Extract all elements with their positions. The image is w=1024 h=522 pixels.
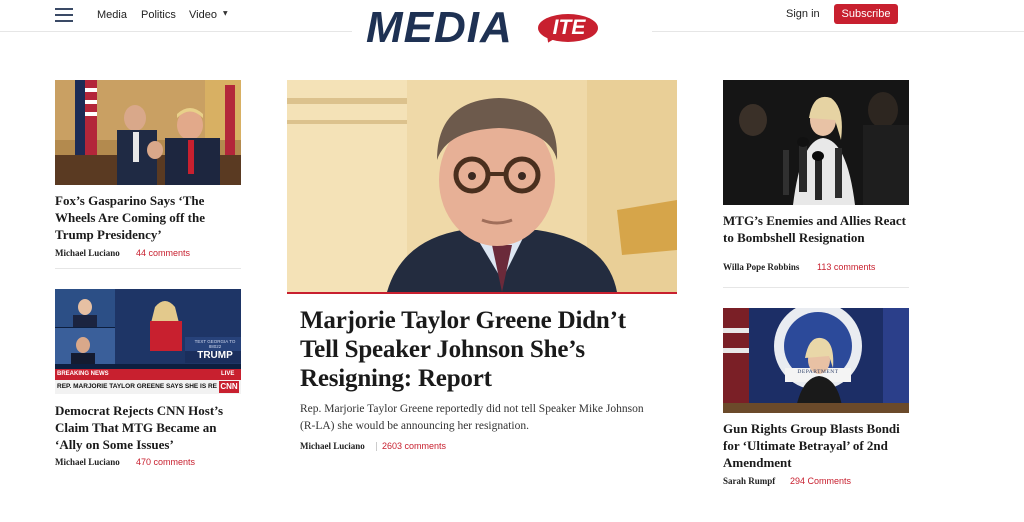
feature-accent-rule	[287, 292, 677, 294]
cnn-logo: CNN	[219, 381, 239, 393]
tv-screen-word: TRUMP	[197, 350, 233, 361]
divider	[55, 268, 241, 269]
chevron-down-icon[interactable]: ▼	[223, 10, 228, 17]
seal-text: DEPARTMENT	[797, 369, 839, 375]
article-image-cnn[interactable]: TEXT GEORGIA TO 88022 TRUMP BREAKING NEW…	[55, 289, 241, 394]
divider	[723, 287, 909, 288]
article-author[interactable]: Sarah Rumpf	[723, 476, 775, 486]
article-headline[interactable]: Democrat Rejects CNN Host’s Claim That M…	[55, 402, 241, 453]
comment-count[interactable]: 470 comments	[136, 457, 195, 467]
article-author[interactable]: Michael Luciano	[55, 248, 120, 258]
article-image-mtg-presser[interactable]	[723, 80, 909, 205]
feature-dek: Rep. Marjorie Taylor Greene reportedly d…	[300, 403, 644, 432]
feature-image-speaker-johnson[interactable]	[287, 80, 677, 292]
logo-bubble-text: ITE	[552, 16, 586, 39]
comment-count[interactable]: 44 comments	[136, 248, 190, 258]
article-image-gasparino[interactable]	[55, 80, 241, 185]
live-label: LIVE	[221, 371, 235, 377]
comment-count[interactable]: 294 Comments	[790, 476, 851, 486]
nav-media[interactable]: Media	[97, 9, 127, 21]
article-author[interactable]: Willa Pope Robbins	[723, 262, 799, 272]
nav-politics[interactable]: Politics	[141, 9, 176, 21]
article-author[interactable]: Michael Luciano	[55, 457, 120, 467]
comment-count[interactable]: 113 comments	[817, 262, 875, 272]
article-headline[interactable]: MTG’s Enemies and Allies React to Bombsh…	[723, 212, 909, 246]
article-headline[interactable]: Gun Rights Group Blasts Bondi for ‘Ultim…	[723, 420, 909, 471]
logo-wordmark: MEDIA	[366, 3, 513, 52]
tv-screen-label: TEXT GEORGIA TO 88022	[194, 339, 236, 349]
site-logo[interactable]: MEDIA ITE	[352, 0, 652, 54]
menu-icon[interactable]	[55, 8, 73, 22]
chyron-text: REP. MARJORIE TAYLOR GREENE SAYS SHE IS …	[57, 383, 217, 390]
feature-headline[interactable]: Marjorie Taylor Greene Didn’t Tell Speak…	[300, 306, 670, 393]
breaking-news-label: BREAKING NEWS	[57, 371, 109, 377]
sign-in-link[interactable]: Sign in	[786, 8, 820, 20]
article-image-bondi[interactable]: DEPARTMENT	[723, 308, 909, 413]
article-author[interactable]: Michael Luciano	[300, 441, 365, 451]
article-headline[interactable]: Fox’s Gasparino Says ‘The Wheels Are Com…	[55, 192, 241, 243]
comment-count[interactable]: 2603 comments	[382, 441, 446, 451]
subscribe-button[interactable]: Subscribe	[834, 4, 898, 24]
byline-separator	[376, 442, 377, 451]
nav-video[interactable]: Video	[189, 9, 217, 21]
